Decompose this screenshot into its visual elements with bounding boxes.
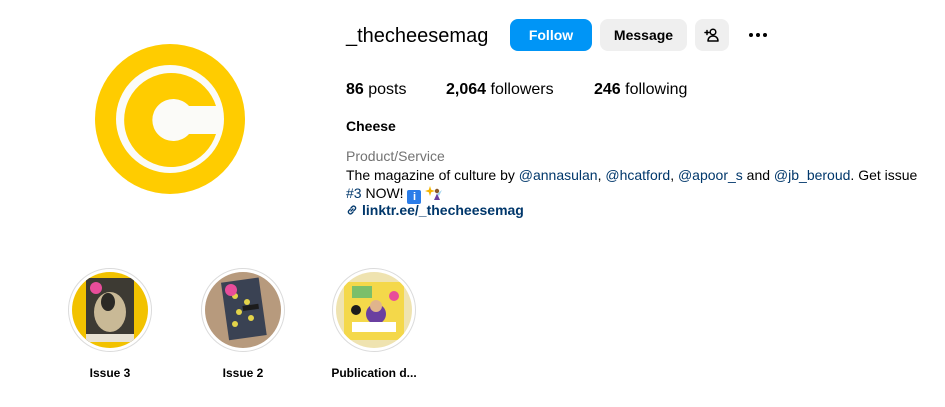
mention-link[interactable]: @hcatford — [605, 167, 670, 183]
followers-count: 2,064 — [446, 81, 487, 98]
following-stat[interactable]: 246 following — [594, 80, 687, 100]
add-user-button[interactable] — [695, 19, 729, 51]
profile-display-name: Cheese — [346, 118, 396, 134]
story-highlight[interactable]: Issue 2 — [183, 268, 303, 380]
link-icon — [347, 205, 357, 215]
mention-link[interactable]: @jb_beroud — [774, 167, 851, 183]
followers-label: followers — [490, 81, 554, 98]
highlight-cover[interactable] — [332, 268, 416, 352]
highlight-label: Publication d... — [331, 366, 417, 380]
highlight-cover[interactable] — [68, 268, 152, 352]
person-add-icon — [704, 28, 719, 42]
following-count: 246 — [594, 81, 621, 98]
more-dot — [763, 33, 767, 37]
follow-button[interactable]: Follow — [510, 19, 592, 51]
highlight-thumbnail — [205, 272, 281, 348]
more-horizontal-icon — [749, 33, 753, 37]
following-label: following — [625, 81, 688, 98]
profile-bio: The magazine of culture by @annasulan, @… — [346, 166, 931, 204]
profile-category: Product/Service — [346, 148, 445, 164]
highlight-thumbnail — [72, 272, 148, 348]
profile-avatar[interactable] — [95, 44, 245, 194]
bio-text: . Get issue — [850, 167, 918, 183]
posts-count: 86 — [346, 81, 364, 98]
bio-text: and — [742, 167, 774, 183]
bio-text: NOW! — [361, 185, 408, 201]
posts-stat: 86 posts — [346, 80, 407, 100]
followers-stat[interactable]: 2,064 followers — [446, 80, 554, 100]
highlight-thumbnail — [336, 272, 412, 348]
story-highlight[interactable]: Publication d... — [314, 268, 434, 380]
highlight-cover[interactable] — [201, 268, 285, 352]
message-button[interactable]: Message — [600, 19, 687, 51]
bio-text: , — [670, 167, 678, 183]
highlight-label: Issue 3 — [89, 366, 131, 380]
mention-link[interactable]: @annasulan — [519, 167, 598, 183]
profile-username: _thecheesemag — [346, 25, 489, 47]
sparkle-fairy-icon — [425, 186, 443, 200]
hashtag-link[interactable]: #3 — [346, 185, 362, 201]
highlight-label: Issue 2 — [222, 366, 264, 380]
profile-link[interactable]: linktr.ee/_thecheesemag — [346, 202, 524, 218]
more-dot — [756, 33, 760, 37]
profile-link-text: linktr.ee/_thecheesemag — [362, 202, 524, 218]
posts-label: posts — [368, 81, 407, 98]
mention-link[interactable]: @apoor_s — [678, 167, 743, 183]
story-highlight[interactable]: Issue 3 — [50, 268, 170, 380]
more-options-button[interactable] — [744, 25, 772, 45]
cheese-logo-icon — [95, 44, 245, 194]
bio-text: The magazine of culture by — [346, 167, 519, 183]
